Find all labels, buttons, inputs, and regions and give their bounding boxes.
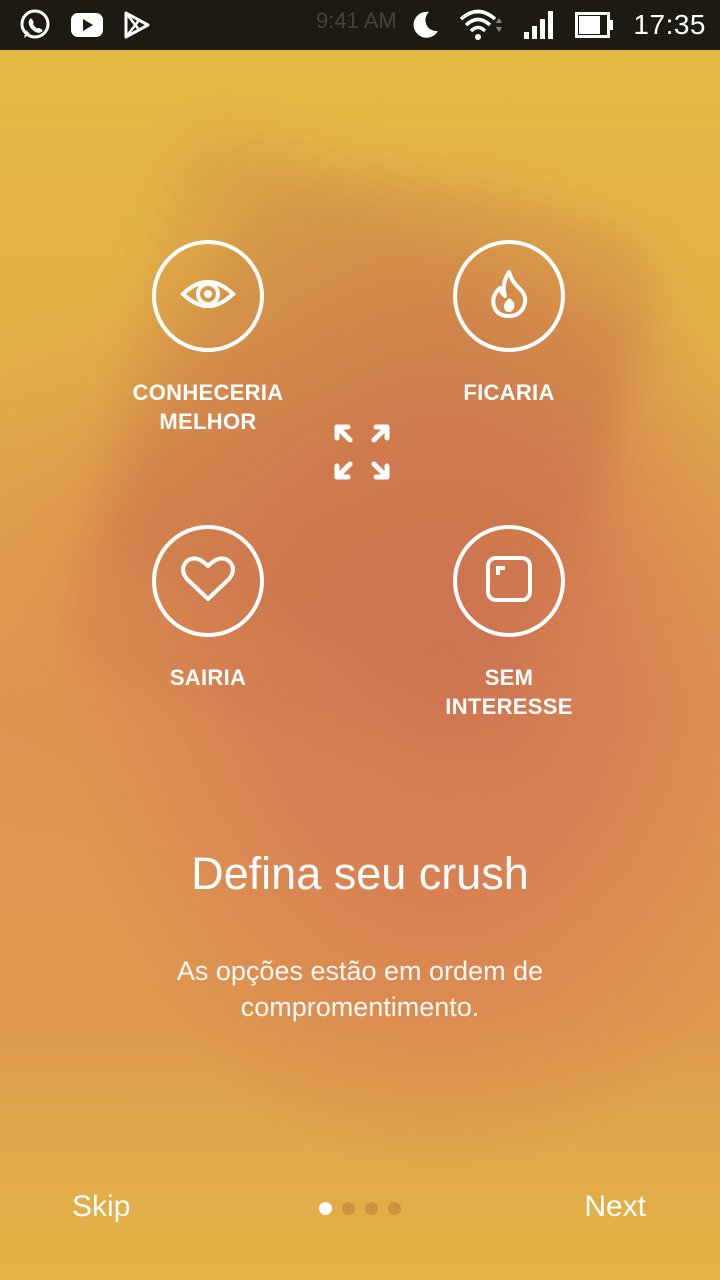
subtext: As opções estão em ordem de compromentim… <box>176 956 544 1022</box>
option-label: CONHECERIA MELHOR <box>132 380 284 434</box>
battery-icon <box>575 11 615 39</box>
whatsapp-icon <box>18 8 52 42</box>
option-circle[interactable] <box>453 240 565 352</box>
signal-icon <box>523 10 557 40</box>
moon-icon <box>409 9 441 41</box>
heart-icon <box>181 555 235 608</box>
status-bar: 9:41 AM 17:35 <box>0 0 720 50</box>
option-circle[interactable] <box>152 525 264 637</box>
eye-icon <box>180 274 236 319</box>
square-icon <box>485 555 533 608</box>
page-dot <box>365 1202 378 1215</box>
onboarding-footer: Skip Next <box>0 1180 720 1240</box>
next-button[interactable]: Next <box>584 1190 646 1224</box>
option-label: SEM INTERESSE <box>445 665 573 719</box>
ghost-clock: 9:41 AM <box>316 8 397 33</box>
option-circle[interactable] <box>453 525 565 637</box>
option-sem-interesse[interactable]: SEM INTERESSE <box>389 525 629 721</box>
expand-icon <box>332 422 392 482</box>
option-conheceria-melhor[interactable]: CONHECERIA MELHOR <box>88 240 328 436</box>
page-dot-active <box>319 1202 332 1215</box>
onboarding-screen: 9:41 AM 17:35 CONHECERIA MELHOR FICARIA … <box>0 0 720 1280</box>
wifi-icon <box>459 8 505 42</box>
flame-icon <box>486 268 532 325</box>
play-store-icon <box>122 10 152 40</box>
skip-button[interactable]: Skip <box>72 1190 130 1224</box>
page-dot <box>388 1202 401 1215</box>
youtube-icon <box>70 12 104 38</box>
option-sairia[interactable]: SAIRIA <box>88 525 328 692</box>
option-label: SAIRIA <box>169 665 247 690</box>
page-dot <box>342 1202 355 1215</box>
option-ficaria[interactable]: FICARIA <box>389 240 629 407</box>
headline: Defina seu crush <box>191 848 529 899</box>
option-label: FICARIA <box>463 380 555 405</box>
option-circle[interactable] <box>152 240 264 352</box>
page-indicator <box>319 1202 401 1215</box>
status-clock: 17:35 <box>633 9 706 40</box>
